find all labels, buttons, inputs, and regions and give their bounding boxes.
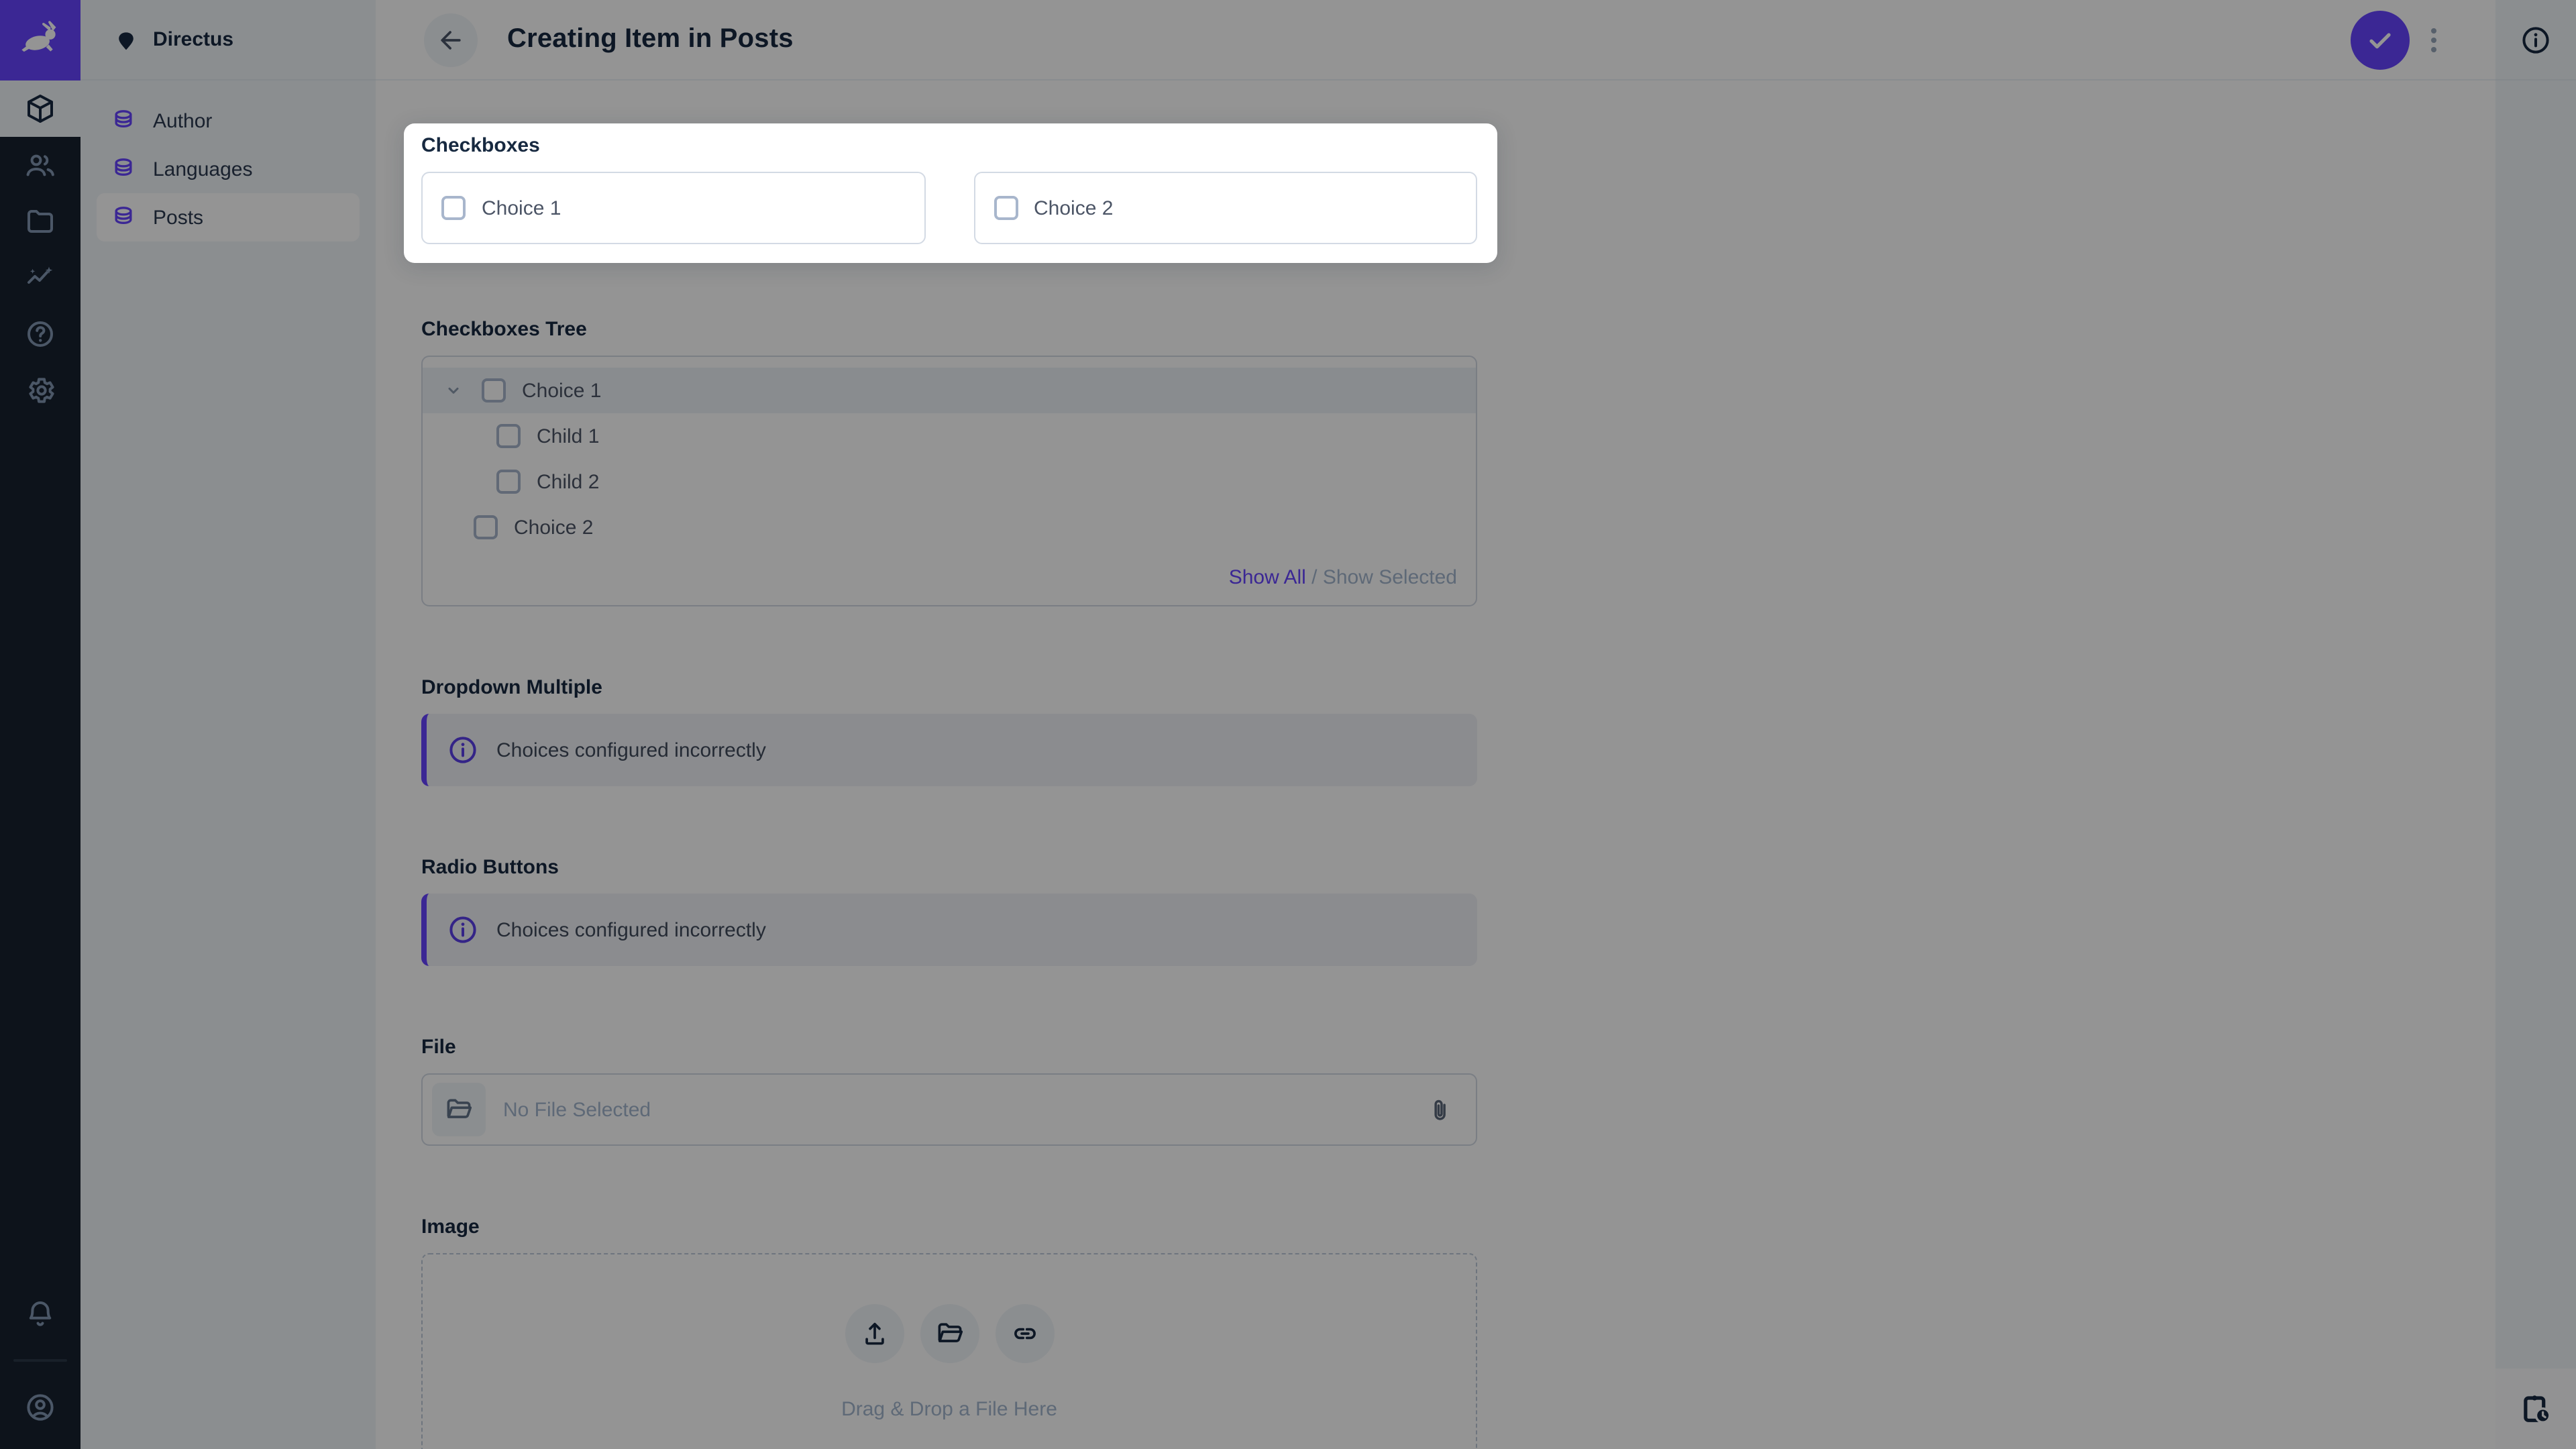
checkbox-icon[interactable]	[994, 196, 1018, 220]
checkbox-label: Choice 1	[482, 197, 561, 219]
app-window: Directus Author Languages	[0, 0, 2576, 1449]
checkbox-option-choice-1[interactable]: Choice 1	[421, 172, 925, 244]
field-label: Checkboxes	[421, 134, 1477, 158]
checkbox-label: Choice 2	[1034, 197, 1113, 219]
field-checkboxes: Checkboxes Choice 1 Choice 2	[404, 123, 1497, 263]
checkbox-option-choice-2[interactable]: Choice 2	[973, 172, 1477, 244]
checkbox-icon[interactable]	[441, 196, 466, 220]
